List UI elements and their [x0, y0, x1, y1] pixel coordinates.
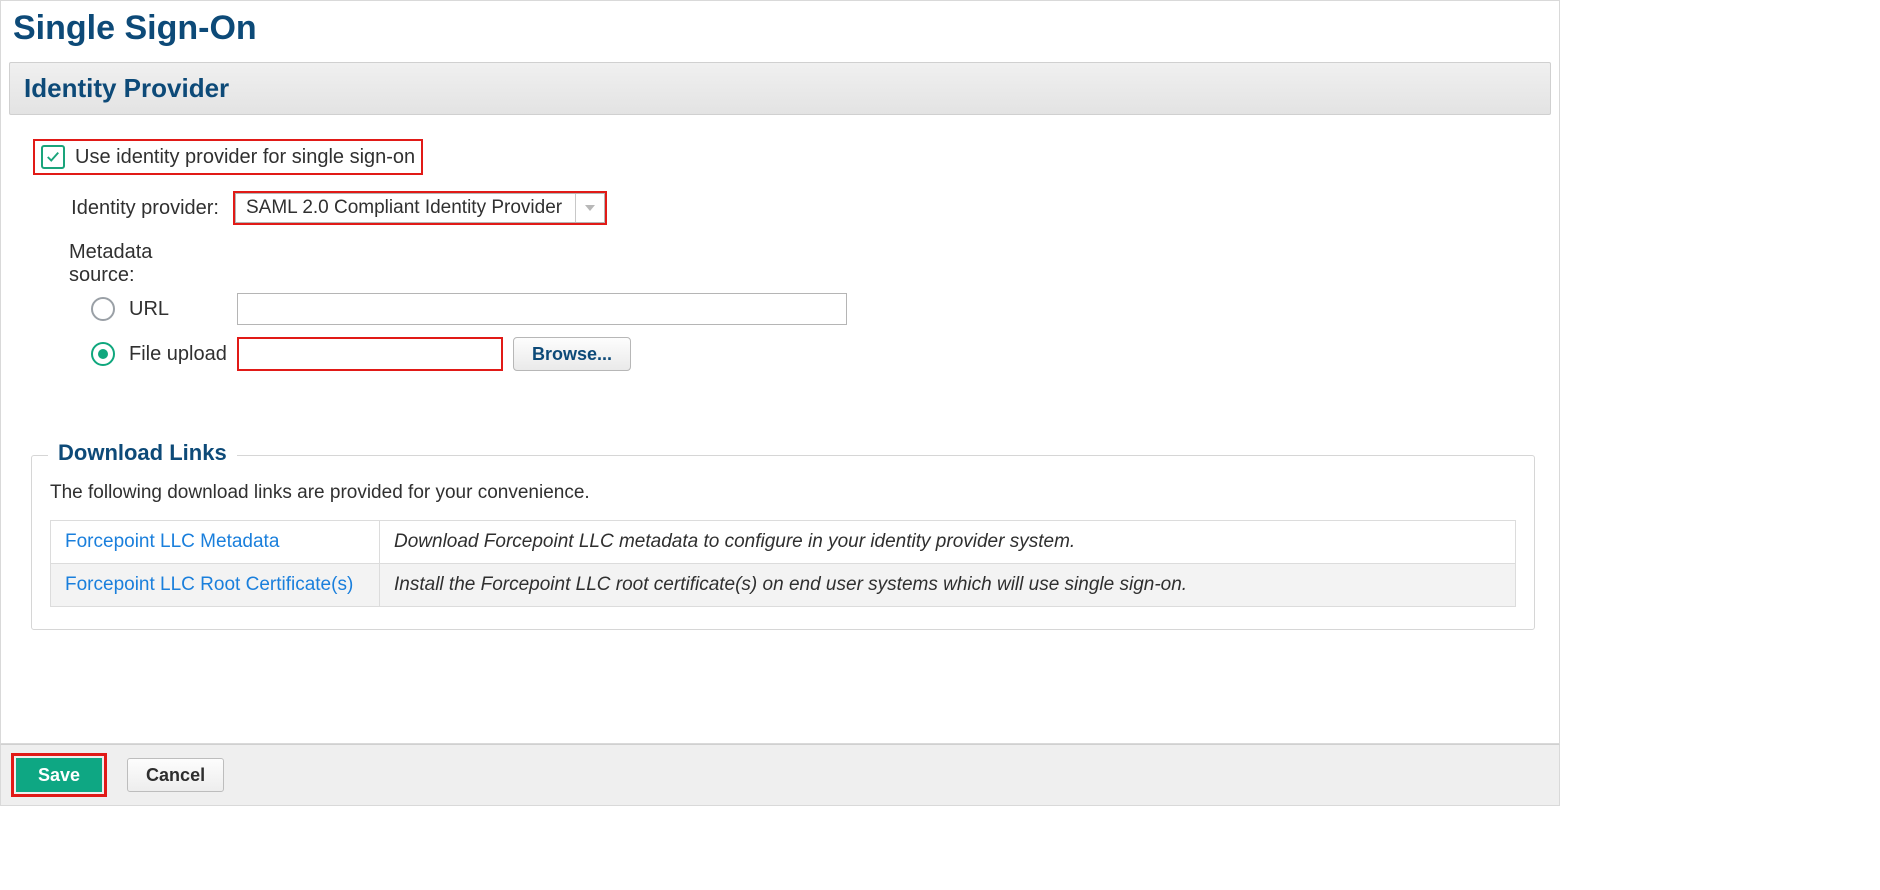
highlight-idp-dropdown: SAML 2.0 Compliant Identity Provider	[233, 191, 607, 225]
download-links-legend: Download Links	[48, 440, 237, 466]
url-radio[interactable]	[91, 297, 115, 321]
page-title: Single Sign-On	[13, 9, 1559, 48]
table-row: Forcepoint LLC Metadata Download Forcepo…	[51, 521, 1516, 564]
download-links-desc: The following download links are provide…	[50, 482, 1516, 504]
file-option-row: File upload Browse...	[91, 337, 1543, 371]
highlight-save: Save	[11, 753, 107, 797]
highlight-use-idp: Use identity provider for single sign-on	[33, 139, 423, 175]
idp-dropdown[interactable]: SAML 2.0 Compliant Identity Provider	[235, 193, 605, 223]
form-content: Use identity provider for single sign-on…	[1, 115, 1559, 395]
cancel-button[interactable]: Cancel	[127, 758, 224, 792]
download-link-cell: Forcepoint LLC Root Certificate(s)	[51, 564, 380, 607]
url-input[interactable]	[237, 293, 847, 325]
highlight-file-input	[237, 337, 503, 371]
browse-button[interactable]: Browse...	[513, 337, 631, 371]
file-upload-label: File upload	[129, 343, 237, 366]
dropdown-button[interactable]	[575, 194, 604, 222]
url-option-row: URL	[91, 293, 1543, 325]
check-icon	[46, 150, 60, 164]
use-idp-row: Use identity provider for single sign-on	[33, 139, 1543, 175]
file-upload-input[interactable]	[239, 339, 501, 369]
metadata-source-row: Metadata source:	[69, 241, 1543, 287]
metadata-source-label: Metadata source:	[69, 241, 219, 287]
section-header: Identity Provider	[9, 62, 1551, 115]
download-links-fieldset: Download Links The following download li…	[31, 455, 1535, 630]
idp-label: Identity provider:	[69, 197, 219, 220]
download-desc-cell: Install the Forcepoint LLC root certific…	[380, 564, 1516, 607]
download-link-cell: Forcepoint LLC Metadata	[51, 521, 380, 564]
download-links-table: Forcepoint LLC Metadata Download Forcepo…	[50, 520, 1516, 607]
root-cert-link[interactable]: Forcepoint LLC Root Certificate(s)	[65, 574, 353, 595]
table-row: Forcepoint LLC Root Certificate(s) Insta…	[51, 564, 1516, 607]
idp-row: Identity provider: SAML 2.0 Compliant Id…	[69, 191, 1543, 225]
section-title: Identity Provider	[24, 73, 1536, 104]
url-radio-label: URL	[129, 298, 237, 321]
page-container: Single Sign-On Identity Provider Use ide…	[0, 0, 1560, 744]
use-idp-label: Use identity provider for single sign-on	[75, 146, 415, 169]
use-idp-checkbox[interactable]	[41, 145, 65, 169]
download-desc-cell: Download Forcepoint LLC metadata to conf…	[380, 521, 1516, 564]
chevron-down-icon	[584, 203, 596, 213]
idp-selected: SAML 2.0 Compliant Identity Provider	[236, 194, 575, 222]
save-button[interactable]: Save	[16, 758, 102, 792]
metadata-link[interactable]: Forcepoint LLC Metadata	[65, 531, 279, 552]
footer-bar: Save Cancel	[0, 744, 1560, 806]
file-upload-radio[interactable]	[91, 342, 115, 366]
